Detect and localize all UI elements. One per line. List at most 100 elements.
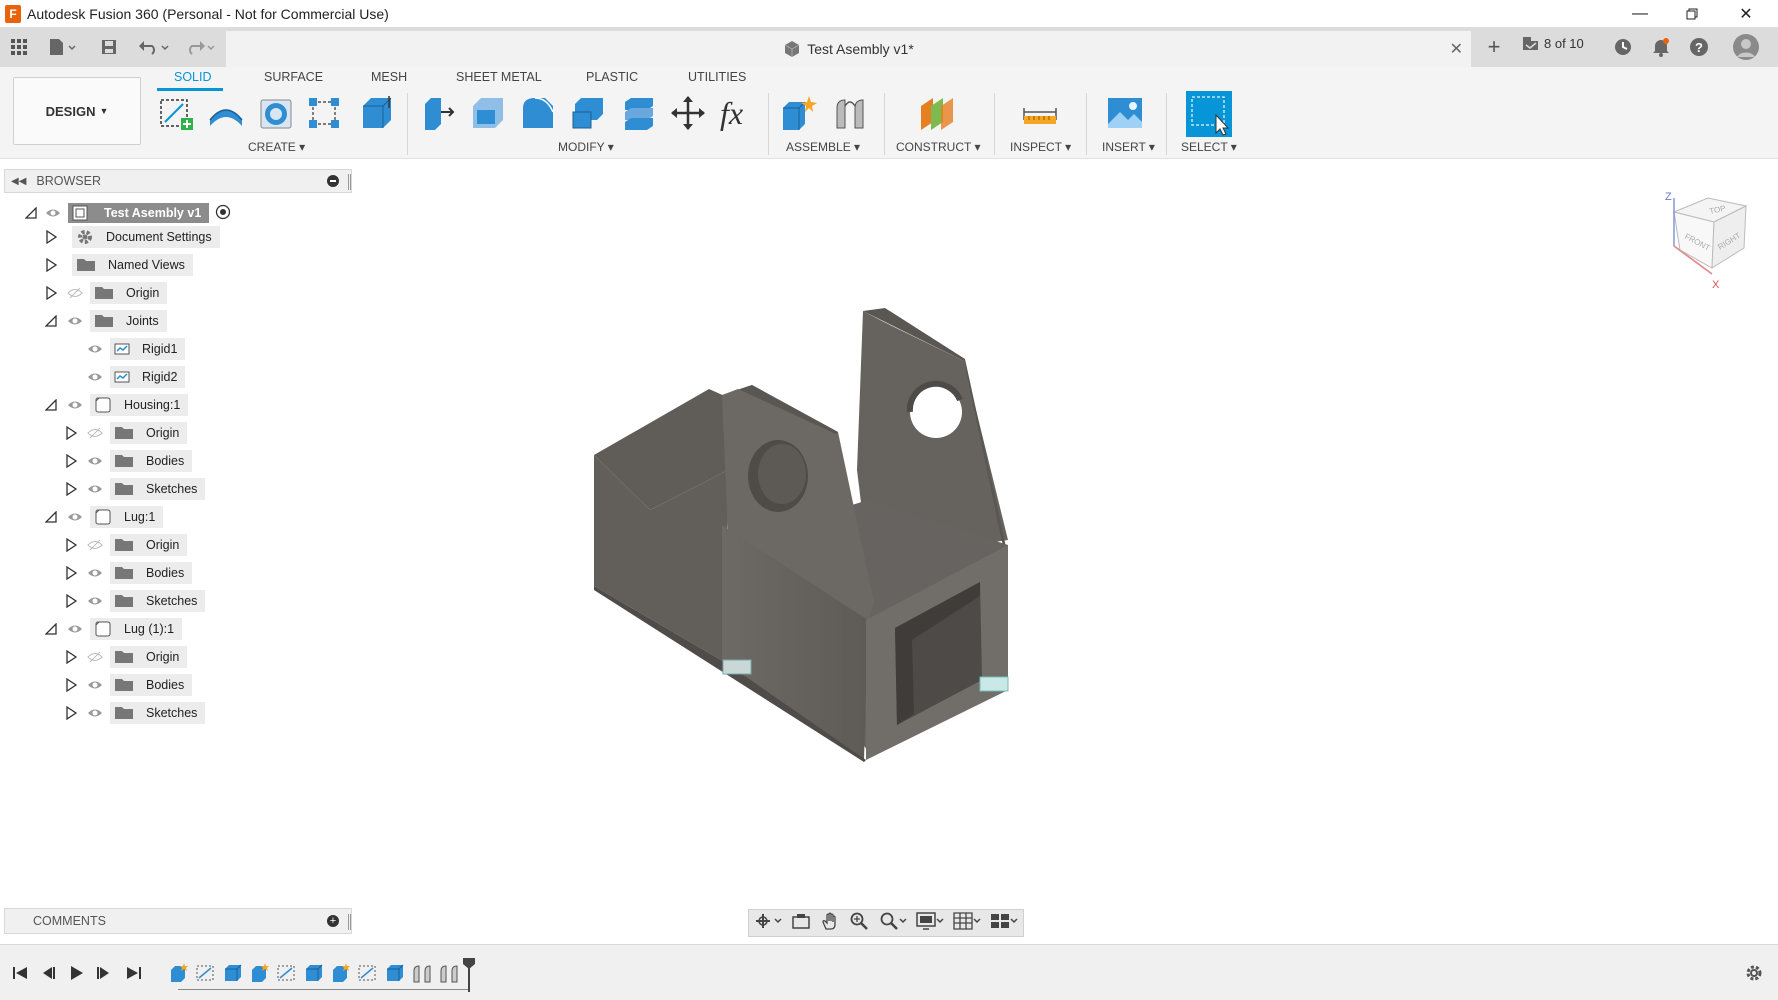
document-tab[interactable]: Test Asembly v1* ✕: [226, 31, 1471, 67]
browser-node[interactable]: Lug:1: [44, 505, 164, 529]
shell-combine-icon[interactable]: [568, 93, 608, 133]
hidden-eye-icon[interactable]: [66, 286, 84, 300]
display-settings-icon[interactable]: [916, 911, 944, 936]
collapsed-triangle-icon[interactable]: [64, 426, 78, 440]
view-cube[interactable]: TOP FRONT RIGHT Z X: [1650, 184, 1762, 296]
browser-node[interactable]: Sketches: [64, 701, 206, 725]
browser-node[interactable]: Housing:1: [44, 393, 189, 417]
collapsed-triangle-icon[interactable]: [44, 286, 58, 300]
tab-plastic[interactable]: PLASTIC: [586, 70, 638, 84]
browser-node[interactable]: Bodies: [64, 673, 193, 697]
root-component-chip[interactable]: Test Asembly v1: [68, 203, 210, 223]
browser-node-chip[interactable]: Bodies: [110, 562, 193, 584]
modify-group-label[interactable]: MODIFY ▾: [558, 140, 614, 154]
move-copy-icon[interactable]: [668, 93, 708, 133]
press-pull-icon[interactable]: [418, 93, 458, 133]
redo-button[interactable]: [182, 35, 218, 59]
add-comment-icon[interactable]: +: [327, 915, 339, 927]
restore-button[interactable]: [1666, 0, 1718, 27]
collapsed-triangle-icon[interactable]: [64, 678, 78, 692]
browser-node-chip[interactable]: Lug (1):1: [90, 618, 183, 640]
select-group-label[interactable]: SELECT ▾: [1181, 140, 1237, 154]
construct-group-label[interactable]: CONSTRUCT ▾: [896, 140, 980, 154]
browser-node[interactable]: Joints: [44, 309, 167, 333]
model-render[interactable]: [352, 160, 1778, 940]
workspace-switcher[interactable]: DESIGN ▼: [13, 77, 141, 145]
browser-node-chip[interactable]: Lug:1: [90, 506, 164, 528]
joint-marker-rigid2[interactable]: [979, 676, 1009, 692]
fillet-icon[interactable]: [468, 93, 508, 133]
visibility-eye-icon[interactable]: [86, 454, 104, 468]
browser-node-chip[interactable]: Origin: [110, 422, 188, 444]
viewports-icon[interactable]: [990, 911, 1018, 936]
step-forward-icon[interactable]: [94, 963, 114, 983]
visibility-eye-icon[interactable]: [86, 342, 104, 356]
visibility-eye-icon[interactable]: [86, 706, 104, 720]
browser-node-chip[interactable]: Origin: [110, 534, 188, 556]
insert-group-label[interactable]: INSERT ▾: [1102, 140, 1155, 154]
close-window-button[interactable]: ✕: [1720, 0, 1772, 27]
step-back-icon[interactable]: [38, 963, 58, 983]
hidden-eye-icon[interactable]: [86, 650, 104, 664]
tab-mesh[interactable]: MESH: [371, 70, 407, 84]
timeline-joint-feature-icon[interactable]: [411, 962, 433, 984]
insert-image-icon[interactable]: [1105, 93, 1145, 133]
timeline-component-feature-icon[interactable]: [168, 962, 190, 984]
panel-pin-handle[interactable]: [348, 174, 351, 190]
browser-node-chip[interactable]: Origin: [90, 282, 168, 304]
collapsed-triangle-icon[interactable]: [64, 566, 78, 580]
browser-node-chip[interactable]: Sketches: [110, 478, 206, 500]
browser-node[interactable]: Document Settings: [44, 225, 220, 249]
collapsed-triangle-icon[interactable]: [64, 594, 78, 608]
browser-node[interactable]: Bodies: [64, 449, 193, 473]
browser-root-row[interactable]: Test Asembly v1: [24, 201, 231, 225]
go-to-end-icon[interactable]: [124, 963, 144, 983]
collapsed-triangle-icon[interactable]: [44, 258, 58, 272]
play-icon[interactable]: [66, 963, 86, 983]
tab-surface[interactable]: SURFACE: [264, 70, 323, 84]
browser-node[interactable]: Origin: [64, 421, 188, 445]
visibility-eye-icon[interactable]: [86, 678, 104, 692]
collapsed-triangle-icon[interactable]: [44, 230, 58, 244]
fit-zoom-icon[interactable]: [879, 911, 907, 936]
browser-node-chip[interactable]: Joints: [90, 310, 167, 332]
hidden-eye-icon[interactable]: [86, 538, 104, 552]
collapsed-triangle-icon[interactable]: [64, 454, 78, 468]
timeline-joint-feature-icon[interactable]: [438, 962, 460, 984]
visibility-eye-icon[interactable]: [44, 206, 62, 220]
job-status[interactable]: 8 of 10: [1522, 35, 1584, 51]
timeline-extrude-feature-icon[interactable]: [384, 962, 406, 984]
expanded-triangle-icon[interactable]: [44, 314, 58, 328]
box-solid-icon[interactable]: [356, 93, 396, 133]
browser-node[interactable]: Rigid1: [64, 337, 186, 361]
joint-icon[interactable]: [830, 93, 870, 133]
create-sketch-icon[interactable]: [156, 93, 196, 133]
extrude-form-icon[interactable]: [206, 93, 246, 133]
timeline-component-feature-icon[interactable]: [249, 962, 271, 984]
timeline-extrude-feature-icon[interactable]: [222, 962, 244, 984]
browser-node-chip[interactable]: Origin: [110, 646, 188, 668]
browser-minimize-icon[interactable]: [327, 175, 339, 187]
pan-hand-icon[interactable]: [820, 911, 840, 936]
comments-panel[interactable]: COMMENTS +: [4, 908, 352, 934]
help-icon[interactable]: ?: [1688, 35, 1710, 59]
browser-node-chip[interactable]: Named Views: [72, 254, 193, 276]
collapse-panel-icon[interactable]: ◀◀: [11, 176, 26, 187]
expanded-triangle-icon[interactable]: [44, 510, 58, 524]
select-window-icon[interactable]: [1186, 91, 1232, 137]
visibility-eye-icon[interactable]: [66, 510, 84, 524]
browser-node[interactable]: Origin: [64, 533, 188, 557]
browser-node-chip[interactable]: Rigid2: [110, 366, 186, 388]
notifications-bell-icon[interactable]: [1650, 35, 1672, 59]
create-group-label[interactable]: CREATE ▾: [248, 140, 305, 154]
offset-plane-icon[interactable]: [916, 93, 956, 133]
collapsed-triangle-icon[interactable]: [64, 482, 78, 496]
new-component-icon[interactable]: [778, 93, 818, 133]
visibility-eye-icon[interactable]: [86, 482, 104, 496]
undo-button[interactable]: [136, 35, 172, 59]
visibility-eye-icon[interactable]: [66, 314, 84, 328]
assemble-group-label[interactable]: ASSEMBLE ▾: [786, 140, 860, 154]
joint-marker-rigid1[interactable]: [722, 659, 752, 675]
zoom-icon[interactable]: [849, 911, 869, 936]
browser-node-chip[interactable]: Document Settings: [72, 226, 220, 248]
